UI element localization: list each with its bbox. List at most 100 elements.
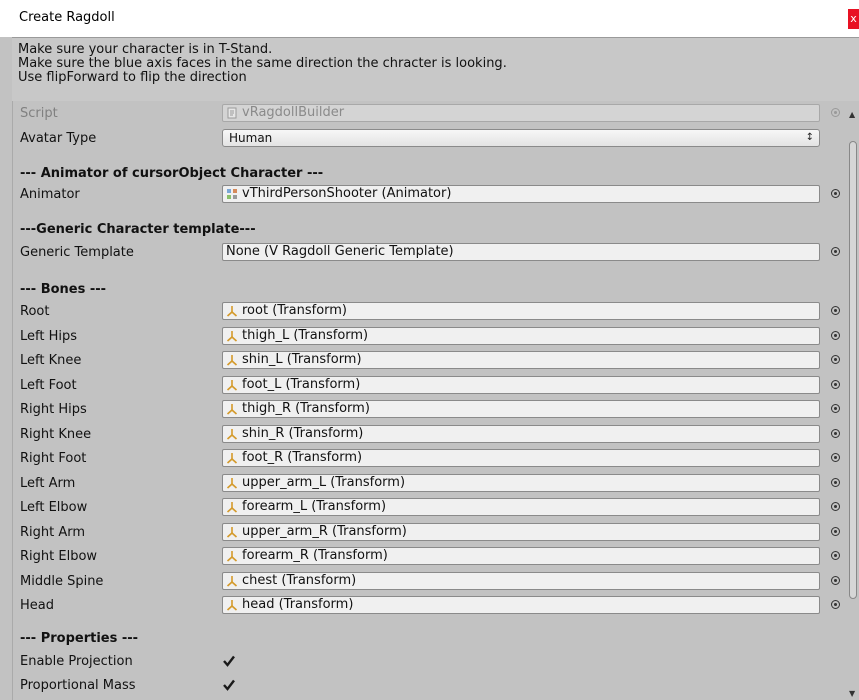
bone-label: Middle Spine: [20, 574, 104, 589]
transform-icon: [226, 502, 238, 513]
bone-transform-value: upper_arm_R (Transform): [242, 524, 407, 539]
bone-row: Middle Spine chest (Transform): [13, 570, 848, 594]
bone-transform-value: foot_R (Transform): [242, 450, 363, 465]
bone-row: Right Foot foot_R (Transform): [13, 447, 848, 471]
object-picker-icon[interactable]: [831, 404, 840, 413]
animator-row: Animator vThirdPersonShooter (Animator): [13, 183, 848, 207]
help-line: Make sure your character is in T-Stand.: [18, 42, 273, 57]
script-file-icon: [227, 107, 237, 119]
animator-section-header-row: --- Animator of cursorObject Character -…: [13, 160, 848, 184]
generic-section-header-row: ---Generic Character template---: [13, 216, 848, 240]
avatar-type-label: Avatar Type: [20, 131, 97, 146]
bone-transform-value: foot_L (Transform): [242, 377, 361, 392]
object-picker-icon[interactable]: [831, 355, 840, 364]
bone-row: Root root (Transform): [13, 300, 848, 324]
bone-transform-value: shin_L (Transform): [242, 352, 362, 367]
bone-transform-field[interactable]: forearm_L (Transform): [222, 498, 820, 516]
bone-label: Right Hips: [20, 402, 87, 417]
animator-icon: [227, 189, 237, 199]
bone-row: Left Arm upper_arm_L (Transform): [13, 472, 848, 496]
proportional-mass-checkbox[interactable]: [222, 678, 236, 692]
object-picker-icon[interactable]: [831, 527, 840, 536]
avatar-type-row: Avatar Type Human ↕: [13, 127, 848, 151]
object-picker-icon[interactable]: [831, 453, 840, 462]
object-picker-icon[interactable]: [831, 380, 840, 389]
bone-row: Left Foot foot_L (Transform): [13, 374, 848, 398]
object-picker-icon[interactable]: [831, 478, 840, 487]
bone-transform-field[interactable]: shin_R (Transform): [222, 425, 820, 443]
script-row: Script vRagdollBuilder: [13, 102, 848, 126]
proportional-mass-row: Proportional Mass: [13, 674, 848, 698]
bone-transform-field[interactable]: shin_L (Transform): [222, 351, 820, 369]
bone-transform-value: chest (Transform): [242, 573, 357, 588]
bone-row: Left Hips thigh_L (Transform): [13, 325, 848, 349]
bone-transform-field[interactable]: root (Transform): [222, 302, 820, 320]
transform-icon: [226, 404, 238, 415]
enable-projection-checkbox[interactable]: [222, 654, 236, 668]
object-picker-icon[interactable]: [831, 576, 840, 585]
bone-transform-field[interactable]: chest (Transform): [222, 572, 820, 590]
help-box: Make sure your character is in T-Stand. …: [12, 37, 859, 102]
object-picker-icon[interactable]: [831, 551, 840, 560]
bone-transform-field[interactable]: upper_arm_L (Transform): [222, 474, 820, 492]
object-picker-icon[interactable]: [831, 502, 840, 511]
transform-icon: [226, 355, 238, 366]
transform-icon: [226, 527, 238, 538]
object-picker-icon[interactable]: [831, 600, 840, 609]
bone-transform-value: upper_arm_L (Transform): [242, 475, 406, 490]
proportional-mass-label: Proportional Mass: [20, 678, 136, 693]
close-button[interactable]: x: [848, 9, 859, 29]
object-picker-icon[interactable]: [831, 429, 840, 438]
bone-transform-value: head (Transform): [242, 597, 354, 612]
object-picker-icon: [831, 108, 840, 117]
bones-header: --- Bones ---: [20, 282, 107, 297]
dropdown-arrow-icon: ↕: [805, 132, 814, 143]
bone-transform-field[interactable]: upper_arm_R (Transform): [222, 523, 820, 541]
help-line: Use flipForward to flip the direction: [18, 70, 247, 85]
bone-transform-field[interactable]: foot_L (Transform): [222, 376, 820, 394]
bones-header-row: --- Bones ---: [13, 276, 848, 300]
generic-template-field[interactable]: None (V Ragdoll Generic Template): [222, 243, 820, 261]
bone-row: Right Hips thigh_R (Transform): [13, 398, 848, 422]
bone-transform-field[interactable]: forearm_R (Transform): [222, 547, 820, 565]
scroll-down-arrow-icon[interactable]: ▼: [849, 689, 855, 698]
bone-row: Right Knee shin_R (Transform): [13, 423, 848, 447]
bone-transform-value: forearm_L (Transform): [242, 499, 387, 514]
bone-transform-field[interactable]: foot_R (Transform): [222, 449, 820, 467]
bone-transform-value: thigh_R (Transform): [242, 401, 370, 416]
bone-transform-value: thigh_L (Transform): [242, 328, 369, 343]
vertical-scrollbar[interactable]: ▲ ▼: [847, 101, 859, 700]
bone-label: Right Knee: [20, 427, 92, 442]
bone-transform-field[interactable]: thigh_R (Transform): [222, 400, 820, 418]
object-picker-icon[interactable]: [831, 306, 840, 315]
script-value: vRagdollBuilder: [242, 105, 345, 120]
avatar-type-value: Human: [229, 131, 273, 145]
scroll-thumb[interactable]: [849, 141, 857, 599]
animator-label: Animator: [20, 187, 80, 202]
bone-transform-value: forearm_R (Transform): [242, 548, 388, 563]
bone-transform-field[interactable]: head (Transform): [222, 596, 820, 614]
animator-field[interactable]: vThirdPersonShooter (Animator): [222, 185, 820, 203]
object-picker-icon[interactable]: [831, 331, 840, 340]
window-titlebar: Create Ragdoll x: [0, 0, 859, 37]
bone-label: Head: [20, 598, 54, 613]
bone-label: Left Hips: [20, 329, 78, 344]
object-picker-icon[interactable]: [831, 189, 840, 198]
object-picker-icon[interactable]: [831, 247, 840, 256]
window-title: Create Ragdoll: [19, 10, 115, 25]
transform-icon: [226, 576, 238, 587]
bone-label: Left Knee: [20, 353, 82, 368]
help-line: Make sure the blue axis faces in the sam…: [18, 56, 507, 71]
animator-section-header: --- Animator of cursorObject Character -…: [20, 166, 324, 181]
scroll-up-arrow-icon[interactable]: ▲: [849, 110, 855, 119]
inspector-panel: Script vRagdollBuilder Avatar Type Human…: [12, 101, 848, 700]
animator-value: vThirdPersonShooter (Animator): [242, 186, 452, 201]
bone-transform-field[interactable]: thigh_L (Transform): [222, 327, 820, 345]
transform-icon: [226, 551, 238, 562]
bone-label: Right Elbow: [20, 549, 98, 564]
bone-label: Left Elbow: [20, 500, 88, 515]
bone-row: Head head (Transform): [13, 594, 848, 618]
bone-label: Left Arm: [20, 476, 76, 491]
avatar-type-dropdown[interactable]: Human ↕: [222, 129, 820, 147]
script-field: vRagdollBuilder: [222, 104, 820, 122]
